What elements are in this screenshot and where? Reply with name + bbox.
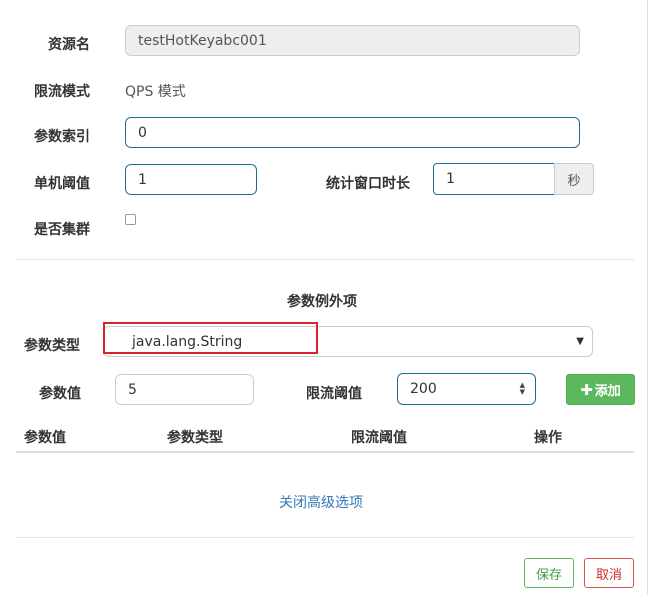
param-value-label: 参数值: [39, 386, 81, 402]
param-value-value: 5: [128, 381, 137, 398]
close-advanced-options-link[interactable]: 关闭高级选项: [279, 492, 363, 512]
cluster-label: 是否集群: [34, 222, 90, 238]
table-header-divider: [16, 451, 634, 453]
spinner-icon[interactable]: ▲ ▼: [520, 382, 525, 396]
table-header-param-value: 参数值: [24, 430, 66, 446]
plus-icon: ✚: [580, 380, 593, 399]
limit-threshold-value: 200: [410, 381, 437, 397]
cancel-button[interactable]: 取消: [584, 558, 634, 588]
panel-right-border: [647, 0, 648, 595]
param-type-highlight-box: [103, 322, 318, 354]
threshold-input[interactable]: 1: [125, 164, 257, 195]
divider-top: [16, 259, 634, 260]
table-header-param-type: 参数类型: [167, 430, 223, 446]
window-unit: 秒: [567, 173, 581, 189]
param-index-value: 0: [138, 124, 147, 141]
caret-down-icon: ▼: [576, 336, 584, 347]
mode-label: 限流模式: [34, 84, 90, 100]
table-header-actions: 操作: [534, 430, 562, 446]
limit-threshold-label: 限流阈值: [306, 386, 362, 402]
add-exception-button[interactable]: ✚ 添加: [566, 374, 635, 405]
window-label: 统计窗口时长: [326, 176, 410, 192]
resource-label: 资源名: [48, 37, 90, 53]
window-input[interactable]: 1: [433, 163, 555, 195]
threshold-label: 单机阈值: [34, 176, 90, 192]
exception-section-title: 参数例外项: [287, 294, 357, 310]
window-value: 1: [446, 171, 455, 187]
cluster-checkbox[interactable]: [125, 214, 136, 225]
add-button-label: 添加: [594, 384, 621, 399]
param-value-input[interactable]: 5: [115, 374, 254, 405]
save-button[interactable]: 保存: [524, 558, 574, 588]
threshold-value: 1: [138, 171, 147, 188]
table-header-limit: 限流阈值: [351, 430, 407, 446]
param-index-label: 参数索引: [34, 129, 90, 145]
resource-name-value: testHotKeyabc001: [138, 32, 267, 49]
window-unit-addon: 秒: [554, 163, 594, 195]
resource-name-input[interactable]: testHotKeyabc001: [125, 25, 580, 56]
limit-threshold-input[interactable]: 200 ▲ ▼: [397, 373, 536, 405]
mode-value: QPS 模式: [125, 84, 186, 100]
param-index-input[interactable]: 0: [125, 117, 580, 148]
divider-bottom: [16, 537, 634, 538]
param-type-label: 参数类型: [24, 338, 80, 354]
